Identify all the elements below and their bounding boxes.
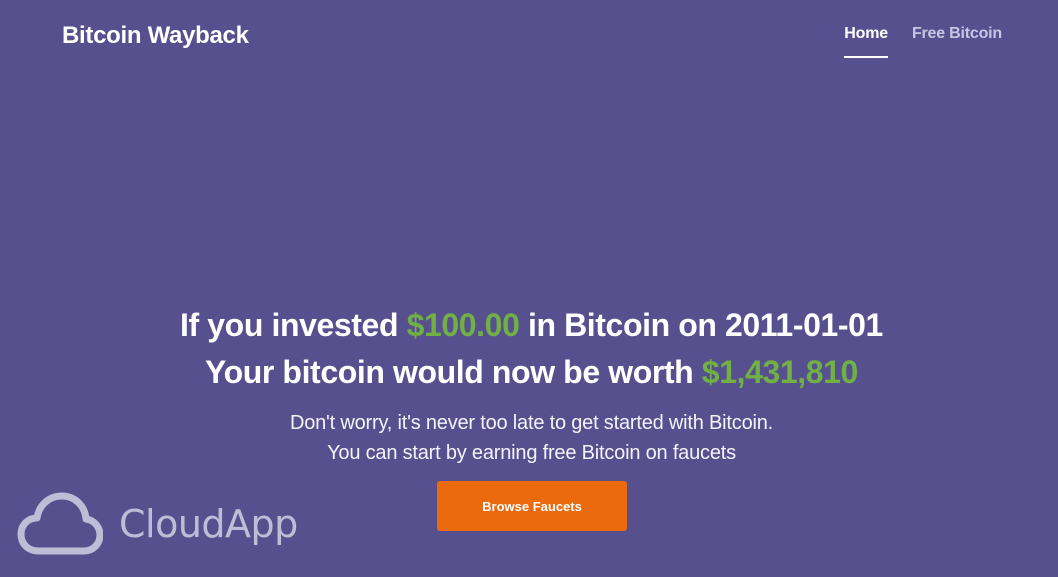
cloud-icon — [17, 492, 103, 555]
worth-amount: $1,431,810 — [701, 354, 859, 390]
cloudapp-watermark: CloudApp — [17, 489, 298, 559]
invested-prefix-text: If you invested — [180, 307, 407, 343]
hero-headline-invested: If you invested $100.00 in Bitcoin on 20… — [0, 302, 1058, 349]
browse-faucets-button[interactable]: Browse Faucets — [437, 481, 627, 531]
watermark-text: CloudApp — [119, 502, 298, 546]
nav-item-free-bitcoin[interactable]: Free Bitcoin — [912, 25, 1002, 58]
nav-item-home[interactable]: Home — [844, 25, 888, 58]
hero-section: If you invested $100.00 in Bitcoin on 20… — [0, 302, 1058, 468]
brand-logo-link[interactable]: Bitcoin Wayback — [62, 22, 249, 50]
top-nav: Home Free Bitcoin — [844, 25, 1002, 58]
invested-suffix-text: in Bitcoin on 2011-01-01 — [519, 307, 883, 343]
worth-prefix-text: Your bitcoin would now be worth — [205, 354, 702, 390]
invested-amount: $100.00 — [406, 307, 520, 343]
hero-subtext-line-1: Don't worry, it's never too late to get … — [289, 412, 774, 434]
hero-subtext-line-2: You can start by earning free Bitcoin on… — [327, 442, 736, 464]
hero-headline-worth: Your bitcoin would now be worth $1,431,8… — [0, 349, 1058, 396]
hero-subtext: Don't worry, it's never too late to get … — [0, 408, 1058, 468]
